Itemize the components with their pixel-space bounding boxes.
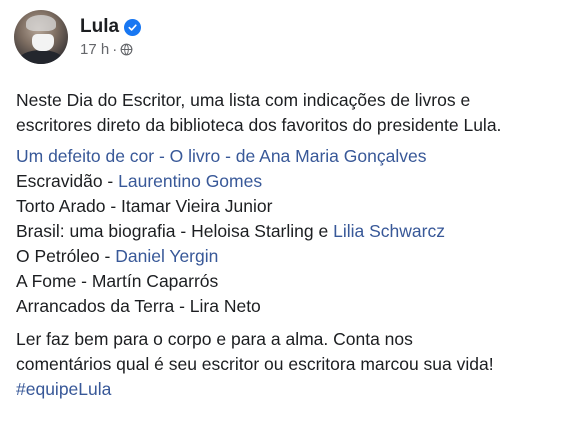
book-item: Escravidão - Laurentino Gomes xyxy=(16,169,576,194)
outro-line: comentários qual é seu escritor ou escri… xyxy=(16,354,494,374)
post-header: Lula 17 h · xyxy=(14,10,142,64)
verified-badge-icon xyxy=(124,18,142,36)
author-link[interactable]: Daniel Yergin xyxy=(115,246,218,266)
post-body: Neste Dia do Escritor, uma lista com ind… xyxy=(16,88,576,402)
book-item: A Fome - Martín Caparrós xyxy=(16,269,576,294)
book-title: O Petróleo - xyxy=(16,246,116,266)
meta-separator: · xyxy=(112,41,118,58)
book-item: Brasil: uma biografia - Heloisa Starling… xyxy=(16,219,576,244)
book-list: Um defeito de cor - O livro - de Ana Mar… xyxy=(16,144,576,319)
facebook-post: Lula 17 h · Neste Dia do Escritor, uma l… xyxy=(0,0,585,425)
intro-line: escritores direto da biblioteca dos favo… xyxy=(16,115,502,135)
post-intro: Neste Dia do Escritor, uma lista com ind… xyxy=(16,88,576,138)
book-title: Escravidão - xyxy=(16,171,119,191)
book-link[interactable]: Um defeito de cor - O livro - de Ana Mar… xyxy=(16,146,426,166)
book-title: Torto Arado - Itamar Vieira Junior xyxy=(16,196,273,216)
author-avatar[interactable] xyxy=(14,10,68,64)
book-title: Arrancados da Terra - Lira Neto xyxy=(16,296,261,316)
author-row: Lula xyxy=(80,16,142,38)
outro-line: Ler faz bem para o corpo e para a alma. … xyxy=(16,329,413,349)
book-item: O Petróleo - Daniel Yergin xyxy=(16,244,576,269)
hashtag-row: #equipeLula xyxy=(16,377,576,402)
post-subline: 17 h · xyxy=(80,41,141,58)
book-item: Um defeito de cor - O livro - de Ana Mar… xyxy=(16,144,576,169)
post-timestamp[interactable]: 17 h xyxy=(80,41,109,58)
intro-line: Neste Dia do Escritor, uma lista com ind… xyxy=(16,90,471,110)
book-item: Arrancados da Terra - Lira Neto xyxy=(16,294,576,319)
book-title: A Fome - Martín Caparrós xyxy=(16,271,219,291)
author-link[interactable]: Laurentino Gomes xyxy=(118,171,262,191)
book-title: Brasil: uma biografia - Heloisa Starling… xyxy=(16,221,334,241)
globe-icon[interactable] xyxy=(120,43,133,56)
author-link[interactable]: Lilia Schwarcz xyxy=(333,221,445,241)
post-meta: Lula 17 h · xyxy=(80,16,142,58)
post-outro: Ler faz bem para o corpo e para a alma. … xyxy=(16,327,576,402)
hashtag-link[interactable]: #equipeLula xyxy=(16,379,111,399)
author-name[interactable]: Lula xyxy=(80,16,119,38)
book-item: Torto Arado - Itamar Vieira Junior xyxy=(16,194,576,219)
